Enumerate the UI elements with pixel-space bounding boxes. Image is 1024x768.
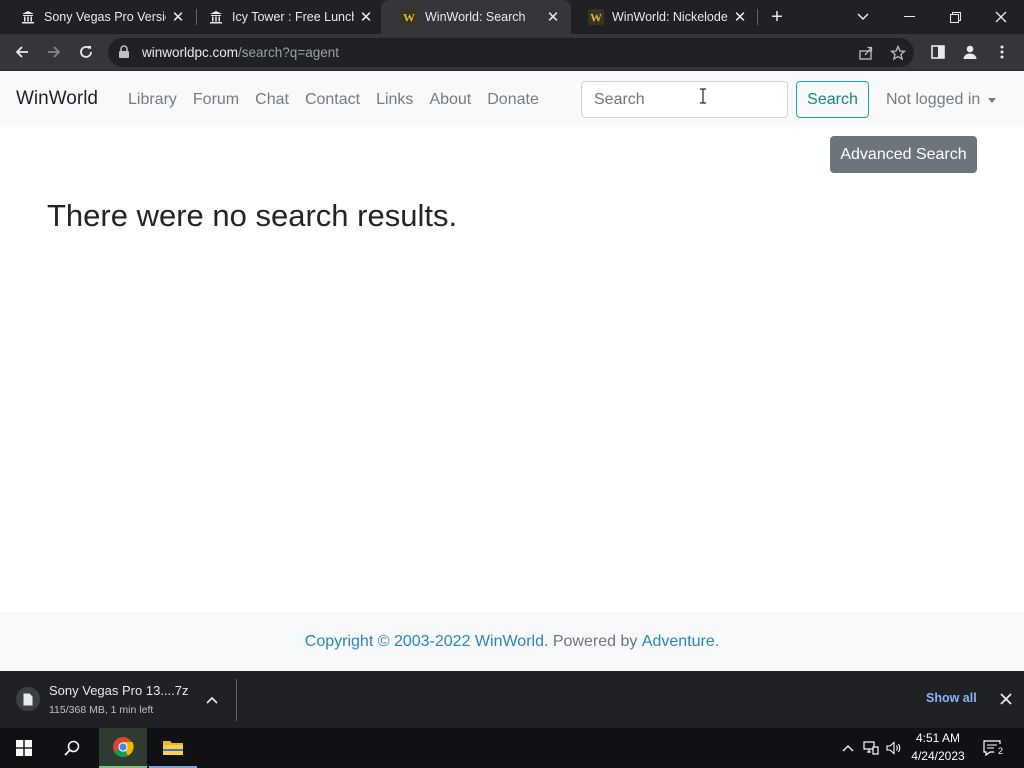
address-bar[interactable]: winworldpc.com/search?q=agent xyxy=(108,38,914,67)
footer-winworld-link[interactable]: WinWorld xyxy=(475,633,544,651)
tab-title: Sony Vegas Pro Version xyxy=(44,10,166,24)
volume-icon[interactable] xyxy=(884,738,904,758)
brand-logo[interactable]: WinWorld xyxy=(16,88,98,110)
advanced-search-button[interactable]: Advanced Search xyxy=(830,136,977,173)
notification-count-badge: 2 xyxy=(994,744,1007,757)
tab-separator xyxy=(757,9,758,25)
powered-by-text: . Powered by xyxy=(543,632,638,650)
minimize-icon[interactable] xyxy=(886,0,932,34)
file-explorer-icon[interactable] xyxy=(149,728,197,768)
footer-adventure-link[interactable]: Adventure xyxy=(642,633,715,651)
tab-title: WinWorld: Search xyxy=(425,10,526,24)
search-button[interactable]: Search xyxy=(796,81,869,118)
nav-link-links[interactable]: Links xyxy=(376,91,413,109)
nav-link-forum[interactable]: Forum xyxy=(193,91,239,109)
user-dropdown[interactable]: Not logged in xyxy=(886,91,997,109)
user-status-label: Not logged in xyxy=(886,91,981,108)
reload-icon[interactable] xyxy=(72,38,100,66)
file-icon[interactable] xyxy=(16,687,40,711)
restore-icon[interactable] xyxy=(932,0,978,34)
tab-title: WinWorld: Nickelodeon xyxy=(612,10,728,24)
close-tab-icon[interactable]: ✕ xyxy=(358,9,374,26)
chrome-taskbar-icon[interactable] xyxy=(99,728,147,768)
tab-search-icon[interactable] xyxy=(840,0,886,34)
side-panel-icon[interactable] xyxy=(924,38,952,66)
nav-link-chat[interactable]: Chat xyxy=(255,91,289,109)
no-results-message: There were no search results. xyxy=(47,198,458,233)
download-divider xyxy=(236,679,237,721)
windows-start-icon[interactable] xyxy=(0,728,48,768)
windows-taskbar: 4:51 AM 4/24/2023 2 xyxy=(0,728,1024,768)
network-icon[interactable] xyxy=(861,738,881,758)
caret-down-icon xyxy=(988,97,997,103)
site-footer: Copyright © 2003-2022 WinWorld. Powered … xyxy=(0,612,1024,671)
download-bar: Sony Vegas Pro 13....7z 115/368 MB, 1 mi… xyxy=(0,671,1024,728)
nav-link-library[interactable]: Library xyxy=(128,91,177,109)
svg-text:W: W xyxy=(403,11,415,25)
profile-icon[interactable] xyxy=(956,38,984,66)
tab-winworld-search[interactable]: W WinWorld: Search ✕ xyxy=(381,0,571,34)
footer-end: . xyxy=(714,632,720,650)
download-filename[interactable]: Sony Vegas Pro 13....7z xyxy=(49,683,188,698)
new-tab-icon[interactable]: + xyxy=(766,6,788,28)
close-download-bar-icon[interactable] xyxy=(996,689,1016,709)
tab-title: Icy Tower : Free Lunch xyxy=(232,10,354,24)
show-hidden-icons-icon[interactable] xyxy=(838,738,858,758)
museum-icon xyxy=(20,9,36,25)
lock-icon[interactable] xyxy=(118,45,130,64)
clock-time[interactable]: 4:51 AM xyxy=(908,731,968,745)
site-navbar: WinWorld Library Forum Chat Contact Link… xyxy=(0,71,1024,127)
url-text: winworldpc.com/search?q=agent xyxy=(142,45,339,60)
search-input[interactable] xyxy=(581,81,788,118)
share-icon[interactable] xyxy=(856,43,876,63)
nav-link-about[interactable]: About xyxy=(429,91,471,109)
nav-link-donate[interactable]: Donate xyxy=(487,91,539,109)
menu-kebab-icon[interactable] xyxy=(988,38,1016,66)
clock-date[interactable]: 4/24/2023 xyxy=(908,749,968,763)
tab-icy-tower[interactable]: Icy Tower : Free Lunch ✕ xyxy=(188,0,384,34)
close-window-icon[interactable] xyxy=(978,0,1024,34)
winworld-icon: W xyxy=(588,9,604,25)
nav-link-contact[interactable]: Contact xyxy=(305,91,360,109)
svg-text:W: W xyxy=(590,11,602,25)
search-icon[interactable] xyxy=(48,728,96,768)
copyright-text: Copyright © 2003-2022 xyxy=(304,632,471,650)
winworld-icon: W xyxy=(401,9,417,25)
back-icon[interactable] xyxy=(8,38,36,66)
show-all-button[interactable]: Show all xyxy=(926,691,977,705)
nav-links: Library Forum Chat Contact Links About D… xyxy=(128,91,555,109)
tab-sony-vegas[interactable]: Sony Vegas Pro Version ✕ xyxy=(0,0,196,34)
chevron-up-icon[interactable] xyxy=(203,691,221,709)
close-tab-icon[interactable]: ✕ xyxy=(732,9,748,26)
forward-icon[interactable] xyxy=(40,38,68,66)
close-tab-icon[interactable]: ✕ xyxy=(170,9,186,26)
bookmark-star-icon[interactable] xyxy=(888,43,908,63)
tab-winworld-nickelodeon[interactable]: W WinWorld: Nickelodeon ✕ xyxy=(568,0,758,34)
close-tab-icon[interactable]: ✕ xyxy=(545,9,561,26)
browser-toolbar: winworldpc.com/search?q=agent xyxy=(0,34,1024,71)
museum-icon xyxy=(208,9,224,25)
text-cursor-icon xyxy=(700,88,706,104)
download-status: 115/368 MB, 1 min left xyxy=(49,704,154,716)
browser-tab-strip: Sony Vegas Pro Version ✕ Icy Tower : Fre… xyxy=(0,0,1024,34)
